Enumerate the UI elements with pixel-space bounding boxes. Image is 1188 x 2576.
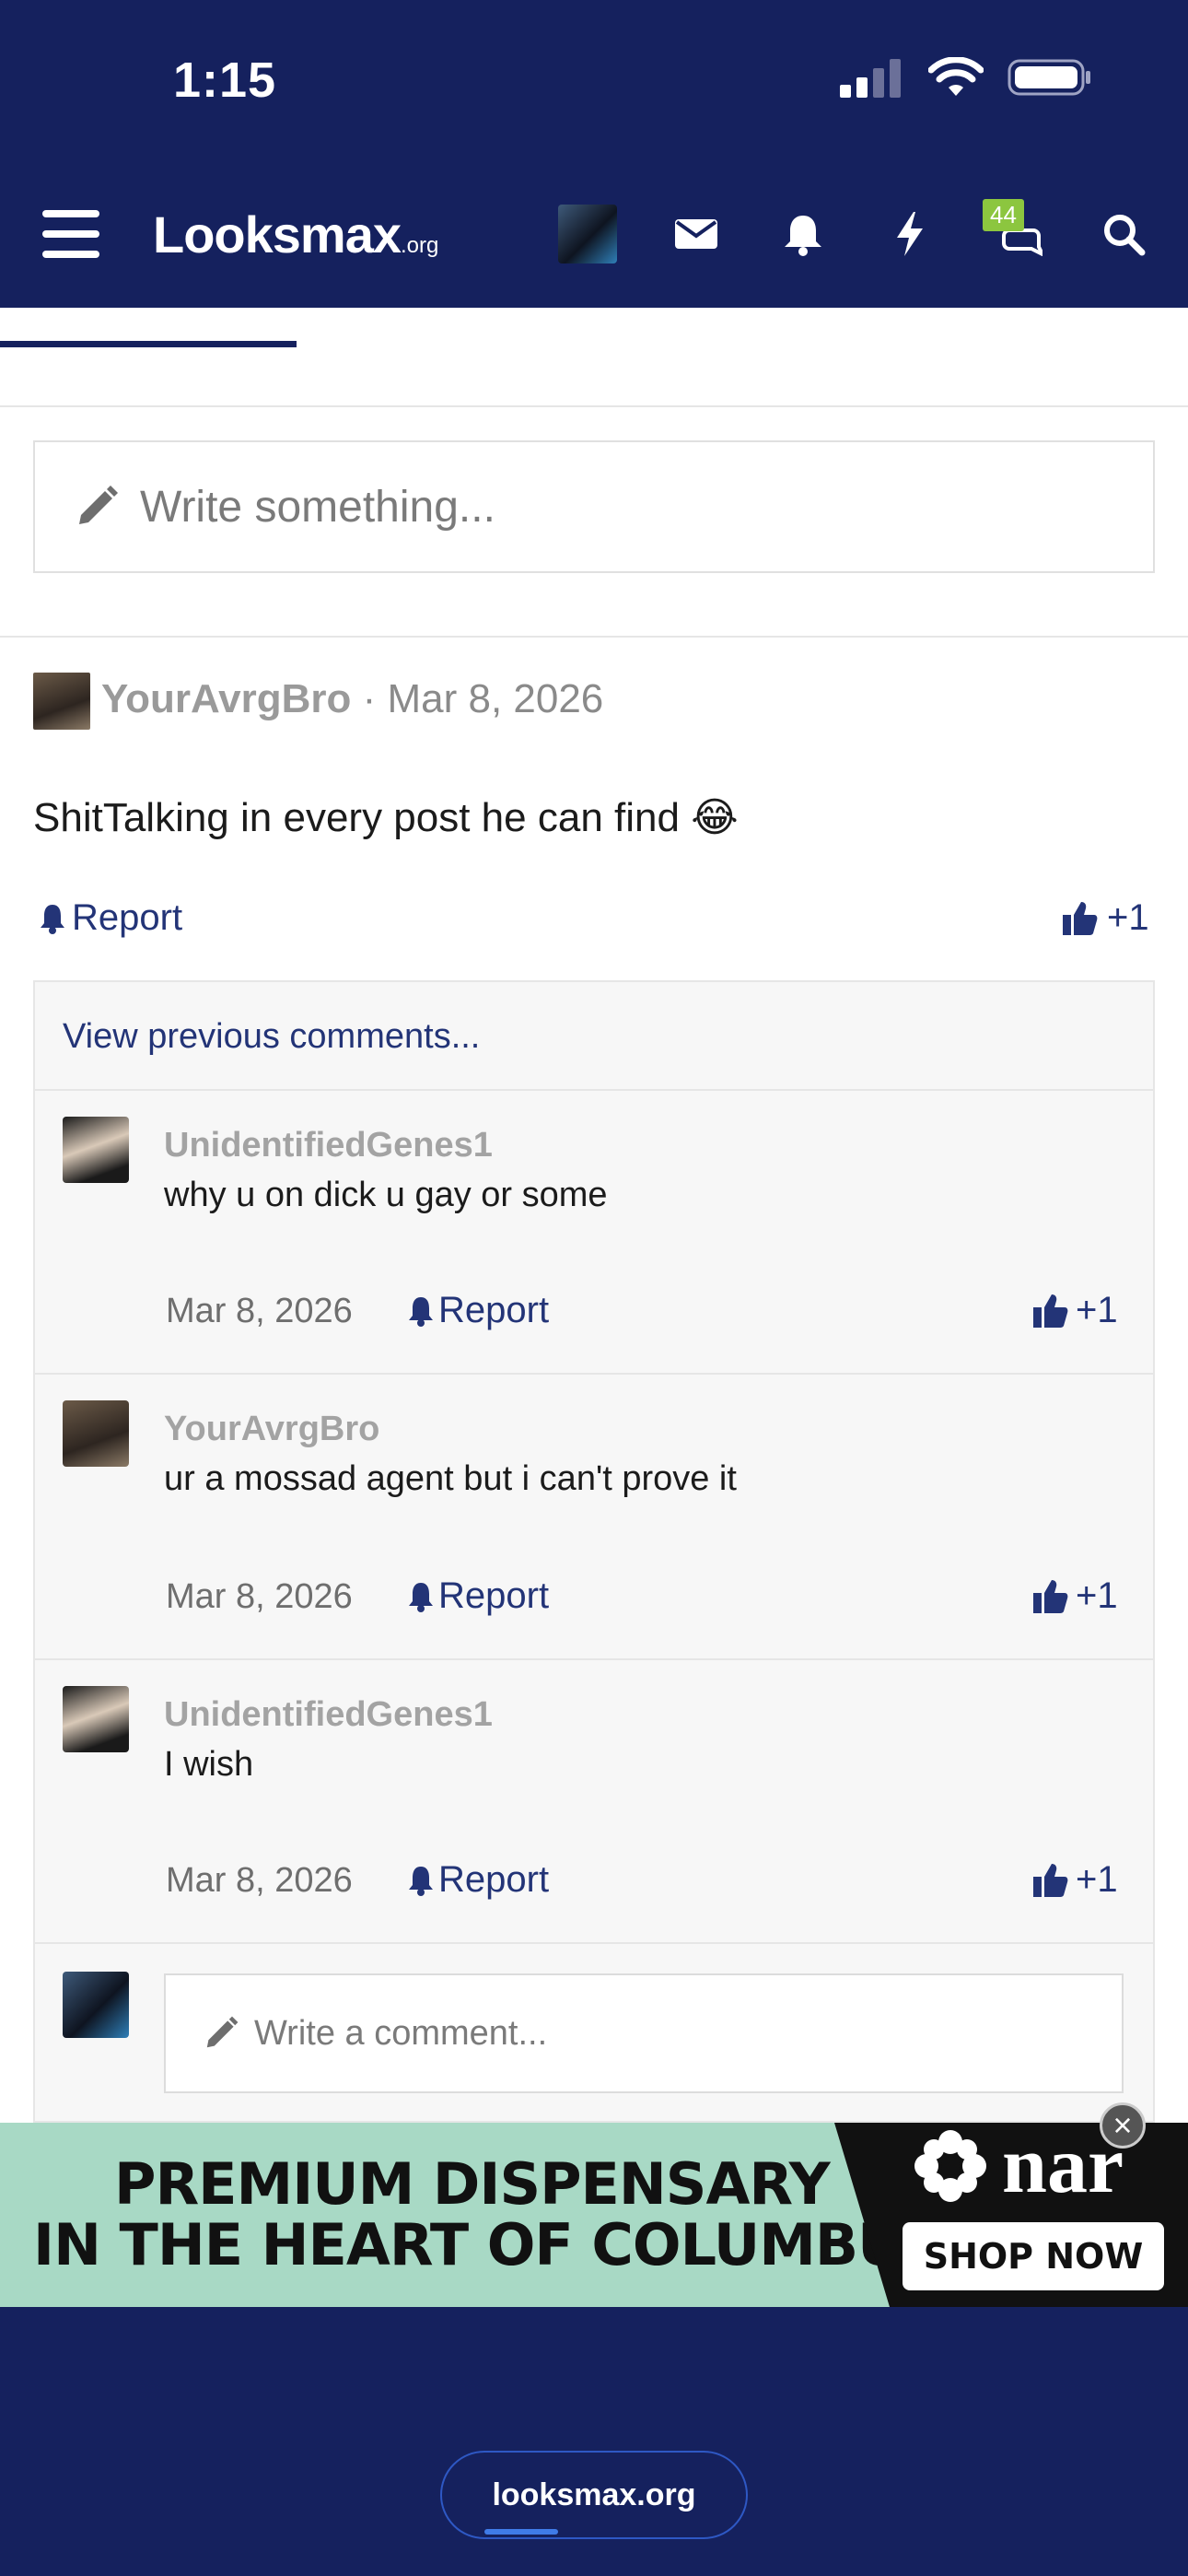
site-logo[interactable]: Looksmax.org	[153, 205, 438, 264]
view-previous-comments[interactable]: View previous comments...	[63, 1017, 480, 1057]
page-load-progress	[484, 2529, 558, 2535]
browser-url-bar[interactable]: looksmax.org	[440, 2451, 748, 2539]
divider	[0, 636, 1188, 638]
composer-placeholder: Write something...	[140, 482, 495, 532]
signal-icon	[840, 59, 901, 98]
lightning-icon[interactable]	[880, 205, 939, 263]
shop-now-button[interactable]: SHOP NOW	[903, 2222, 1164, 2290]
pencil-icon	[79, 486, 118, 524]
bell-icon[interactable]	[774, 205, 833, 263]
tab-bar	[0, 308, 1188, 407]
cannabis-flower-icon	[914, 2129, 986, 2202]
post-date: · Mar 8, 2026	[362, 676, 604, 721]
ad-brand[interactable]: nar	[912, 2119, 1124, 2212]
divider	[35, 1942, 1153, 1944]
thumbs-up-icon	[1033, 1294, 1068, 1328]
comment-avatar[interactable]	[63, 1400, 129, 1467]
bell-icon	[409, 1866, 433, 1896]
comment-report-button[interactable]: Report	[407, 1575, 549, 1617]
comment-like-button[interactable]: +1	[1031, 1290, 1118, 1331]
wifi-icon	[928, 57, 984, 96]
post-like-button[interactable]: +1	[1061, 897, 1149, 939]
comment-like-button[interactable]: +1	[1031, 1575, 1118, 1617]
active-tab-indicator	[0, 341, 297, 347]
thumbs-up-icon	[1033, 1863, 1068, 1897]
thumbs-up-icon	[1063, 901, 1098, 935]
ad-headline[interactable]: PREMIUM DISPENSARY IN THE HEART OF COLUM…	[33, 2154, 944, 2276]
comment-input[interactable]: Write a comment...	[164, 1973, 1124, 2093]
comment-report-button[interactable]: Report	[407, 1290, 549, 1331]
status-icons	[840, 57, 1092, 98]
thumbs-up-icon	[1033, 1579, 1068, 1613]
mail-icon[interactable]	[667, 205, 726, 263]
ad-close-icon[interactable]: ×	[1100, 2102, 1146, 2149]
comment-avatar[interactable]	[63, 1117, 129, 1183]
pencil-icon	[206, 2016, 239, 2048]
menu-icon[interactable]	[42, 210, 99, 258]
status-composer[interactable]: Write something...	[33, 440, 1155, 573]
comment-date: Mar 8, 2026	[166, 1577, 353, 1616]
post-author-avatar[interactable]	[33, 673, 90, 730]
laughing-emoji: 😂	[691, 795, 739, 840]
post-meta: YourAvrgBro · Mar 8, 2026	[101, 676, 603, 722]
comment-date: Mar 8, 2026	[166, 1861, 353, 1900]
comment-author[interactable]: YourAvrgBro	[164, 1410, 379, 1449]
comment-like-button[interactable]: +1	[1031, 1859, 1118, 1901]
post-report-button[interactable]: Report	[39, 897, 182, 939]
divider	[35, 1373, 1153, 1375]
comment-author[interactable]: UnidentifiedGenes1	[164, 1695, 493, 1735]
current-user-avatar	[63, 1972, 129, 2038]
status-time: 1:15	[173, 53, 277, 108]
search-icon[interactable]	[1094, 205, 1153, 263]
notification-badge: 44	[983, 199, 1024, 231]
comment-date: Mar 8, 2026	[166, 1292, 353, 1330]
bell-icon	[409, 1582, 433, 1612]
bell-icon	[409, 1296, 433, 1327]
post-author[interactable]: YourAvrgBro	[101, 676, 351, 721]
battery-icon	[1007, 59, 1090, 96]
comment-avatar[interactable]	[63, 1686, 129, 1752]
comment-text: I wish	[164, 1745, 254, 1784]
divider	[35, 1089, 1153, 1091]
comment-placeholder: Write a comment...	[254, 2013, 548, 2053]
user-avatar[interactable]	[558, 205, 617, 263]
comment-author[interactable]: UnidentifiedGenes1	[164, 1126, 493, 1165]
comment-text: ur a mossad agent but i can't prove it	[164, 1459, 737, 1498]
comment-text: why u on dick u gay or some	[164, 1176, 608, 1214]
post-text: ShitTalking in every post he can find 😂	[33, 795, 739, 840]
bell-icon	[41, 904, 64, 934]
comment-report-button[interactable]: Report	[407, 1859, 549, 1901]
divider	[35, 1658, 1153, 1660]
